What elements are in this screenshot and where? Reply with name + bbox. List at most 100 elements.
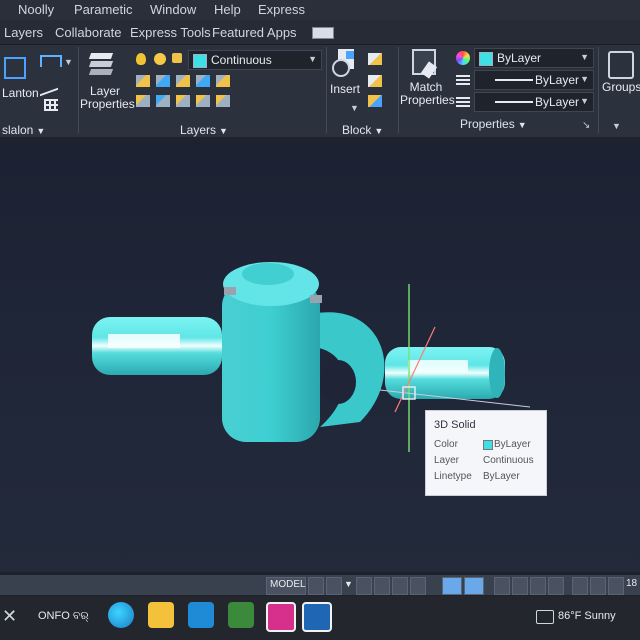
linetype-sample: [495, 101, 533, 103]
weather-text[interactable]: 86°F Sunny: [558, 610, 616, 622]
distance-icon[interactable]: [40, 55, 62, 67]
drawing-viewport[interactable]: 3D Solid Color ByLayer Layer Continuous …: [0, 142, 640, 572]
tooltip-key: Linetype: [434, 471, 472, 482]
menu-item-2[interactable]: Parametic: [74, 2, 133, 17]
tab-overflow-icon[interactable]: [312, 27, 334, 39]
right-shaft-end: [489, 348, 505, 398]
isodraft-icon[interactable]: [392, 577, 408, 595]
properties-panel-title[interactable]: Properties ▼: [460, 117, 527, 131]
chevron-down-icon[interactable]: ▼: [350, 103, 359, 113]
taskbar-language[interactable]: ONFO ବର୍: [38, 610, 89, 623]
panel-caret-icon: ▼: [374, 126, 384, 136]
insert-button[interactable]: Insert: [330, 83, 360, 96]
tab-express-tools[interactable]: Express Tools: [130, 25, 211, 40]
lineweight-sample: [495, 79, 533, 81]
layer-properties-button[interactable]: Layer Properties: [80, 85, 135, 111]
block-attribute-icon[interactable]: [368, 95, 382, 107]
light-bulb-icon[interactable]: [136, 53, 146, 65]
edit-block-icon[interactable]: [368, 75, 382, 87]
menu-item-help[interactable]: Help: [214, 2, 241, 17]
dynamic-ucs-icon[interactable]: [464, 577, 484, 595]
layer-color-swatch: [193, 54, 207, 68]
layer-tool-icon[interactable]: [196, 95, 210, 107]
layer-tool-icon[interactable]: [216, 75, 230, 87]
close-icon[interactable]: ✕: [2, 606, 17, 627]
ortho-toggle-icon[interactable]: [356, 577, 372, 595]
lineweight-dropdown[interactable]: ByLayer ▼: [474, 70, 594, 90]
weather-icon[interactable]: [536, 610, 554, 624]
annotation-monitor-icon[interactable]: [608, 577, 624, 595]
ribbon-tab-bar: Layers Collaborate Express Tools Feature…: [0, 20, 640, 45]
layer-dropdown[interactable]: Continuous ▼: [188, 50, 322, 70]
lock-icon[interactable]: [172, 53, 182, 63]
linetype-icon[interactable]: [456, 95, 470, 107]
workspace-icon[interactable]: [590, 577, 606, 595]
panel-separator: [398, 47, 399, 133]
layer-tool-icon[interactable]: [216, 95, 230, 107]
tab-featured-apps[interactable]: Featured Apps: [212, 25, 297, 40]
lineweight-toggle-icon[interactable]: [494, 577, 510, 595]
autocad-taskbar-icon[interactable]: [302, 602, 332, 632]
table-icon[interactable]: [44, 99, 58, 111]
polar-toggle-icon[interactable]: [374, 577, 390, 595]
groups-button[interactable]: Groups: [602, 81, 640, 94]
layer-tool-icon[interactable]: [136, 95, 150, 107]
grid-icon[interactable]: [4, 57, 26, 79]
menu-item-window[interactable]: Window: [150, 2, 196, 17]
tab-collaborate[interactable]: Collaborate: [55, 25, 122, 40]
store-icon[interactable]: [228, 602, 254, 628]
layer-tool-icon[interactable]: [176, 75, 190, 87]
layer-tool-icon[interactable]: [156, 75, 170, 87]
edge-icon[interactable]: [108, 602, 134, 628]
mail-icon[interactable]: [188, 602, 214, 628]
menu-item-express[interactable]: Express: [258, 2, 305, 17]
layer-properties-icon[interactable]: [88, 51, 116, 77]
menu-item-1[interactable]: Noolly: [18, 2, 54, 17]
chevron-down-icon: ▼: [580, 74, 589, 84]
layer-tool-icon[interactable]: [176, 95, 190, 107]
chevron-down-icon[interactable]: ▼: [612, 121, 621, 131]
tooltip-value: ByLayer: [483, 471, 520, 482]
annotation-scale-icon[interactable]: [572, 577, 588, 595]
layers-panel-title[interactable]: Layers ▼: [180, 123, 228, 137]
transparency-toggle-icon[interactable]: [512, 577, 528, 595]
selection-cycling-icon[interactable]: [530, 577, 546, 595]
measure-icon[interactable]: [40, 75, 58, 97]
layer-tool-icon[interactable]: [156, 95, 170, 107]
match-properties-icon[interactable]: [412, 49, 438, 79]
panel-caret-icon: ▼: [517, 120, 527, 130]
color-dropdown[interactable]: ByLayer ▼: [474, 48, 594, 68]
layer-tool-icon[interactable]: [136, 75, 150, 87]
chevron-down-icon[interactable]: ▼: [64, 57, 73, 67]
color-wheel-icon[interactable]: [456, 51, 470, 65]
lineweight-icon[interactable]: [456, 73, 470, 85]
block-panel-title[interactable]: Block ▼: [342, 123, 383, 137]
3d-solid-model[interactable]: [0, 142, 640, 572]
create-block-icon[interactable]: [368, 53, 382, 65]
linetype-dropdown[interactable]: ByLayer ▼: [474, 92, 594, 112]
object-snap-icon[interactable]: [442, 577, 462, 595]
insert-block-icon[interactable]: [332, 49, 358, 81]
tooltip-value: ByLayer: [494, 439, 531, 450]
dialog-launcher-icon[interactable]: ↘: [582, 120, 590, 131]
group-icon[interactable]: [608, 51, 634, 79]
left-tool-label[interactable]: Lanton: [2, 87, 39, 100]
panel-caret-icon: ▼: [36, 126, 46, 136]
windows-taskbar: ✕ ONFO ବର୍ 86°F Sunny: [0, 596, 640, 640]
match-properties-button[interactable]: Match Properties: [400, 81, 455, 107]
3d-osnap-icon[interactable]: [548, 577, 564, 595]
grid-toggle-icon[interactable]: [308, 577, 324, 595]
layer-tool-icon[interactable]: [196, 75, 210, 87]
chevron-down-icon[interactable]: ▼: [344, 579, 353, 589]
tooltip-color-swatch: [483, 440, 493, 450]
snap-toggle-icon[interactable]: [326, 577, 342, 595]
osnap-tracking-icon[interactable]: [410, 577, 426, 595]
tooltip-value: Continuous: [483, 455, 534, 466]
pin-left: [224, 287, 236, 295]
tab-layers[interactable]: Layers: [4, 25, 43, 40]
left-panel-title[interactable]: slalon ▼: [2, 123, 45, 137]
sun-icon[interactable]: [154, 53, 166, 65]
autocad-app-icon[interactable]: [266, 602, 296, 632]
model-space-button[interactable]: MODEL: [266, 577, 306, 595]
file-explorer-icon[interactable]: [148, 602, 174, 628]
